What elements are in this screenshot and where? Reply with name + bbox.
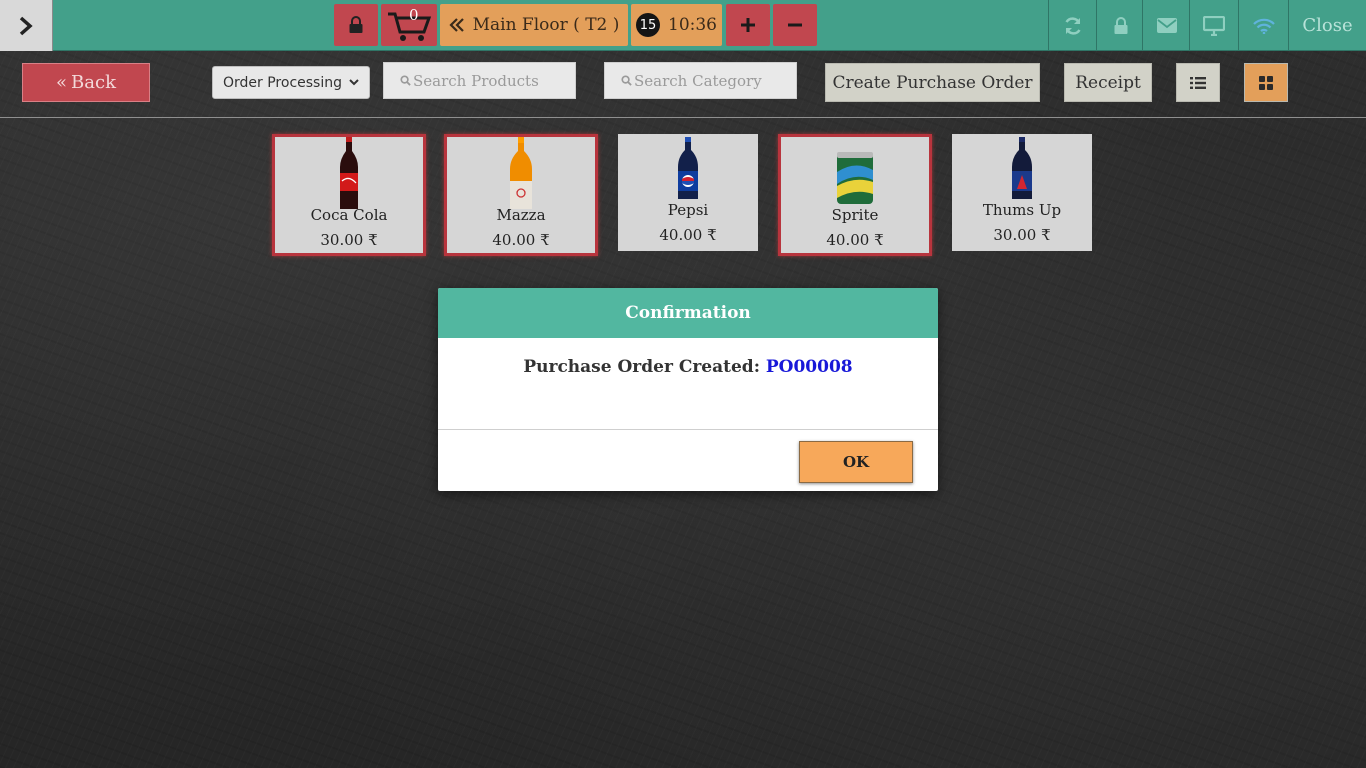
chevron-right-icon	[19, 16, 33, 35]
list-icon	[1190, 76, 1206, 89]
chevron-down-icon	[349, 79, 359, 86]
product-card-sprite[interactable]: Sprite 40.00 ₹	[778, 134, 932, 256]
search-products-input[interactable]: Search Products	[383, 62, 576, 99]
product-price: 40.00 ₹	[826, 231, 884, 249]
double-chevron-left-icon: «	[56, 72, 68, 93]
product-name: Pepsi	[667, 201, 709, 219]
lock-icon	[349, 16, 363, 33]
grid-icon	[1259, 75, 1273, 90]
product-name: Thums Up	[982, 201, 1062, 219]
search-category-input[interactable]: Search Category	[604, 62, 797, 99]
pepsi-bottle-image	[678, 137, 698, 199]
dialog-body: Purchase Order Created: PO00008	[438, 338, 938, 430]
search-category-placeholder: Search Category	[634, 71, 762, 90]
product-card-thums-up[interactable]: Thums Up 30.00 ₹	[952, 134, 1092, 251]
product-card-mazza[interactable]: Mazza 40.00 ₹	[444, 134, 598, 256]
purchase-order-number: PO00008	[765, 357, 853, 377]
floor-table-label: Main Floor ( T2 )	[472, 15, 620, 35]
close-button[interactable]: Close	[1288, 0, 1366, 51]
toolbar-divider	[0, 117, 1366, 118]
mazza-bottle-image	[510, 137, 532, 209]
product-name: Mazza	[496, 206, 546, 224]
refresh-button[interactable]	[1048, 0, 1096, 51]
lock-screen-button[interactable]	[1096, 0, 1144, 51]
product-price: 40.00 ₹	[659, 226, 717, 244]
back-label: Back	[71, 72, 116, 93]
plus-icon	[741, 18, 755, 32]
order-status-select[interactable]: Order Processing	[212, 66, 370, 99]
create-purchase-order-button[interactable]: Create Purchase Order	[825, 63, 1040, 102]
double-chevron-left-icon	[449, 18, 464, 32]
receipt-button[interactable]: Receipt	[1064, 63, 1152, 102]
search-icon	[621, 75, 632, 86]
coca-cola-bottle-image	[340, 137, 358, 209]
token-badge: 15	[636, 13, 660, 37]
wifi-icon	[1252, 18, 1275, 34]
product-name: Sprite	[831, 206, 879, 224]
floor-table-button[interactable]: Main Floor ( T2 )	[440, 4, 628, 46]
ok-button[interactable]: OK	[799, 441, 913, 483]
network-status-button[interactable]	[1238, 0, 1288, 51]
dialog-message: Purchase Order Created:	[523, 357, 760, 377]
confirmation-dialog: Confirmation Purchase Order Created: PO0…	[438, 288, 938, 491]
refresh-icon	[1064, 16, 1081, 35]
product-card-pepsi[interactable]: Pepsi 40.00 ₹	[618, 134, 758, 251]
lock-icon	[1114, 16, 1127, 34]
remove-button[interactable]	[773, 4, 817, 46]
product-price: 30.00 ₹	[993, 226, 1051, 244]
sprite-can-image	[837, 152, 873, 204]
list-view-button[interactable]	[1176, 63, 1220, 102]
add-button[interactable]	[726, 4, 770, 46]
cart-button[interactable]: 0	[381, 4, 437, 46]
search-products-placeholder: Search Products	[413, 71, 539, 90]
back-button[interactable]: « Back	[22, 63, 150, 102]
minus-icon	[788, 23, 802, 27]
display-button[interactable]	[1189, 0, 1237, 51]
cart-count: 0	[409, 6, 419, 24]
top-bar: 0 Main Floor ( T2 ) 15 10:36 Close	[0, 0, 1366, 51]
thums-up-bottle-image	[1012, 137, 1032, 199]
search-icon	[400, 75, 411, 86]
grid-view-button[interactable]	[1244, 63, 1288, 102]
monitor-icon	[1202, 15, 1225, 36]
dialog-title: Confirmation	[438, 288, 938, 338]
product-name: Coca Cola	[310, 206, 388, 224]
product-card-coca-cola[interactable]: Coca Cola 30.00 ₹	[272, 134, 426, 256]
time-label: 10:36	[668, 15, 717, 35]
menu-toggle-button[interactable]	[0, 0, 53, 51]
product-price: 30.00 ₹	[320, 231, 378, 249]
order-status-value: Order Processing	[223, 74, 342, 91]
token-time-button[interactable]: 15 10:36	[631, 4, 722, 46]
lock-button[interactable]	[334, 4, 378, 46]
envelope-icon	[1156, 18, 1177, 33]
messages-button[interactable]	[1142, 0, 1190, 51]
product-price: 40.00 ₹	[492, 231, 550, 249]
